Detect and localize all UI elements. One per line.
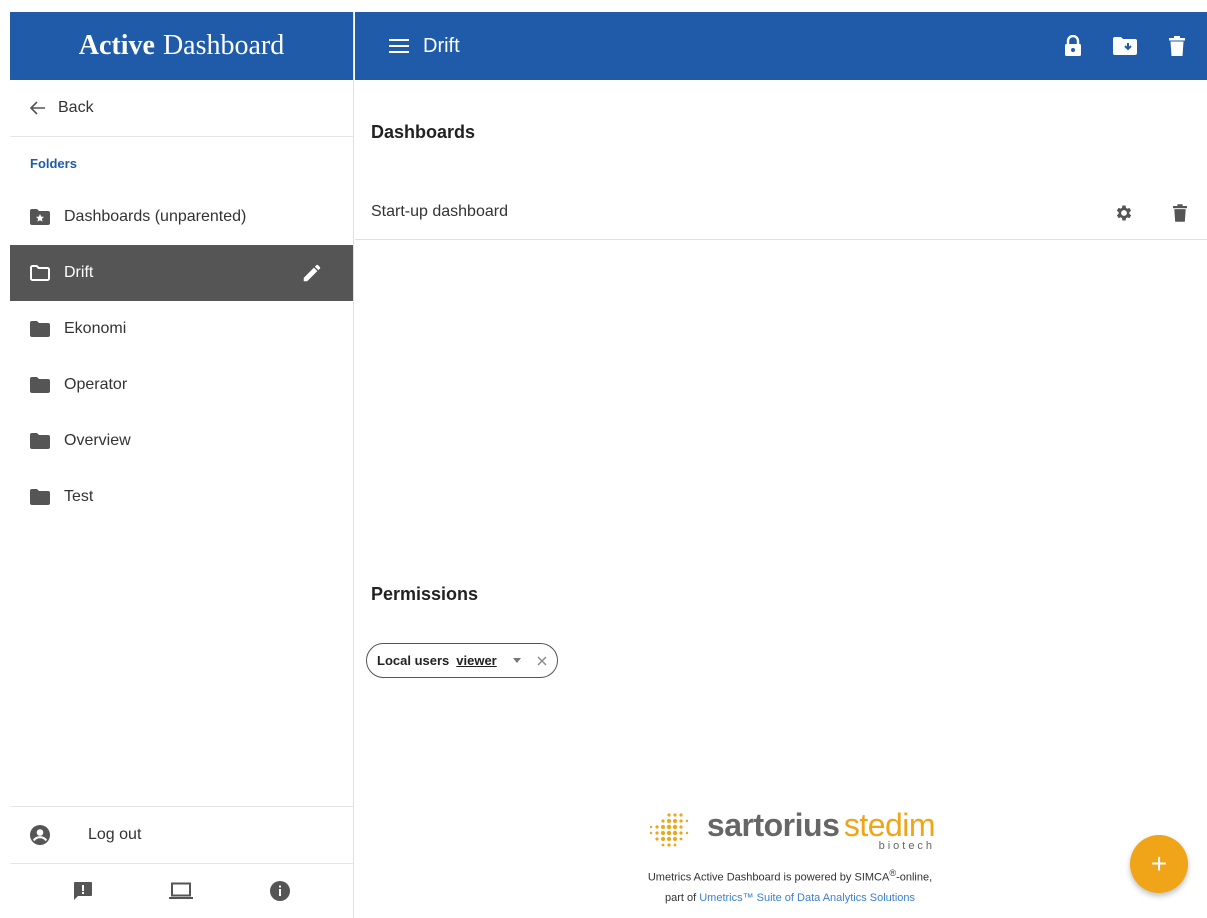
sidebar-item-dashboards-unparented[interactable]: Dashboards (unparented) — [10, 189, 353, 245]
pencil-icon[interactable] — [301, 262, 323, 284]
folder-label: Dashboards (unparented) — [64, 208, 247, 225]
info-icon[interactable] — [268, 879, 292, 903]
folder-icon — [30, 376, 52, 394]
add-button[interactable]: + — [1130, 835, 1188, 893]
folder-outline-icon — [30, 264, 52, 282]
folder-label: Drift — [64, 264, 94, 281]
powered-text: Umetrics Active Dashboard is powered by … — [647, 871, 890, 884]
feedback-icon[interactable] — [71, 879, 95, 903]
logo-wordmark: sartorius stedim biotech — [706, 807, 936, 852]
sidebar-item-operator[interactable]: Operator — [10, 357, 353, 413]
footer-branding: sartorius stedim biotech Umetrics Active… — [585, 807, 995, 908]
sidebar-item-drift[interactable]: Drift — [10, 245, 353, 301]
dashboard-actions — [1113, 185, 1191, 240]
logout-button[interactable]: Log out — [10, 806, 353, 863]
dashboard-label: Start-up dashboard — [371, 203, 508, 220]
laptop-icon[interactable] — [169, 879, 194, 903]
caret-down-icon[interactable] — [512, 657, 521, 664]
folder-icon — [30, 320, 52, 338]
logo-word-stedim: stedim — [843, 807, 936, 843]
sidebar-bottom: Log out — [10, 806, 353, 918]
gear-icon[interactable] — [1113, 202, 1135, 224]
permission-group: Local users — [377, 653, 450, 668]
folder-label: Overview — [64, 432, 131, 449]
folder-icon — [30, 432, 52, 450]
folder-label: Ekonomi — [64, 320, 127, 337]
sidebar-item-test[interactable]: Test — [10, 469, 353, 525]
part-of-text: part of — [664, 891, 697, 904]
folder-label: Operator — [64, 376, 128, 393]
folder-icon — [30, 488, 52, 506]
sartorius-dots-icon — [649, 813, 689, 847]
sidebar-item-overview[interactable]: Overview — [10, 413, 353, 469]
app-brand: Active Dashboard — [10, 12, 353, 80]
logout-label: Log out — [88, 826, 142, 843]
back-label: Back — [58, 99, 94, 116]
dashboards-heading: Dashboards — [371, 122, 476, 142]
folder-star-icon — [30, 208, 52, 226]
menu-icon[interactable] — [389, 38, 409, 54]
folder-label: Test — [64, 488, 94, 505]
top-app-bar: Drift — [355, 12, 1207, 80]
delete-icon[interactable] — [1165, 34, 1189, 58]
back-button[interactable]: Back — [10, 80, 353, 137]
permission-role-select[interactable]: viewer — [456, 653, 496, 668]
sidebar: Active Dashboard Back Folders Dashboards… — [10, 12, 354, 918]
sidebar-footer-icons — [10, 863, 353, 918]
permission-chip: Local users viewer — [366, 643, 558, 678]
lock-icon[interactable] — [1061, 34, 1085, 58]
brand-title-rest: Dashboard — [162, 30, 285, 61]
main-content: Dashboards Start-up dashboard Permission… — [355, 80, 1207, 918]
close-icon[interactable] — [537, 656, 547, 666]
permissions-heading: Permissions — [371, 584, 479, 604]
folders-section-label: Folders — [30, 155, 77, 171]
sidebar-item-ekonomi[interactable]: Ekonomi — [10, 301, 353, 357]
suite-link[interactable]: Umetrics™ Suite of Data Analytics Soluti… — [699, 892, 915, 904]
powered-by-text: Umetrics Active Dashboard is powered by … — [585, 863, 995, 908]
list-item-dashboard[interactable]: Start-up dashboard — [355, 185, 1207, 240]
powered-suffix: -online, — [896, 871, 933, 884]
sartorius-logo: sartorius stedim biotech — [585, 807, 995, 855]
logo-word-sartorius: sartorius — [706, 807, 840, 843]
arrow-left-icon — [30, 101, 45, 115]
folder-download-icon[interactable] — [1113, 34, 1137, 58]
brand-title-bold: Active — [78, 30, 155, 61]
delete-icon[interactable] — [1169, 202, 1191, 224]
topbar-actions — [1061, 12, 1189, 80]
account-circle-icon — [30, 825, 50, 845]
page-title: Drift — [423, 34, 460, 57]
